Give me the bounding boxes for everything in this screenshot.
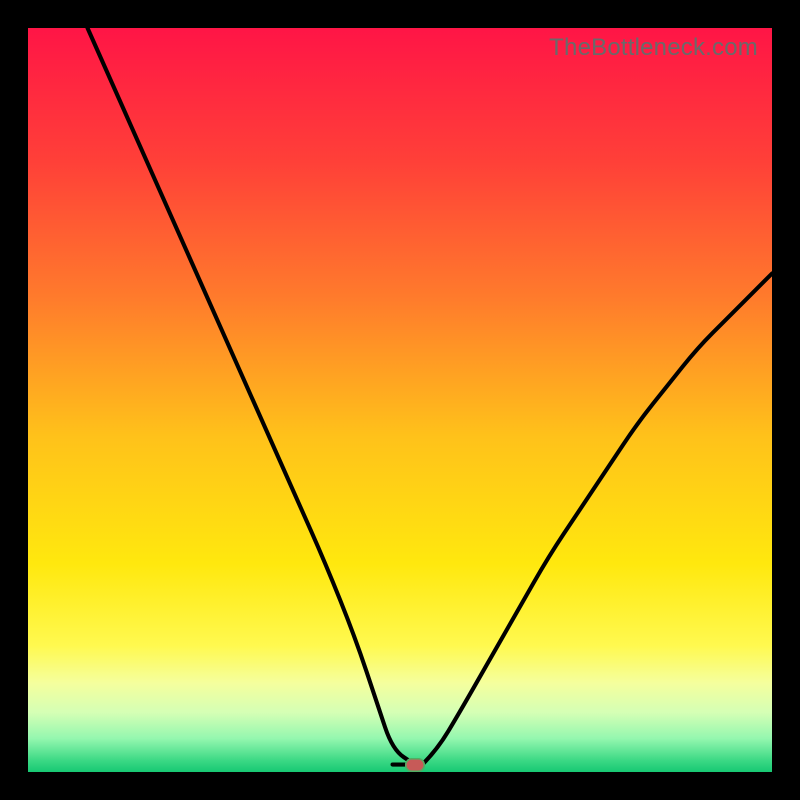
bottleneck-curve: [28, 28, 772, 772]
optimum-marker: [405, 758, 425, 772]
plot-area: TheBottleneck.com: [28, 28, 772, 772]
curve-right-segment: [422, 274, 772, 765]
chart-frame: TheBottleneck.com: [0, 0, 800, 800]
curve-left-segment: [88, 28, 415, 765]
